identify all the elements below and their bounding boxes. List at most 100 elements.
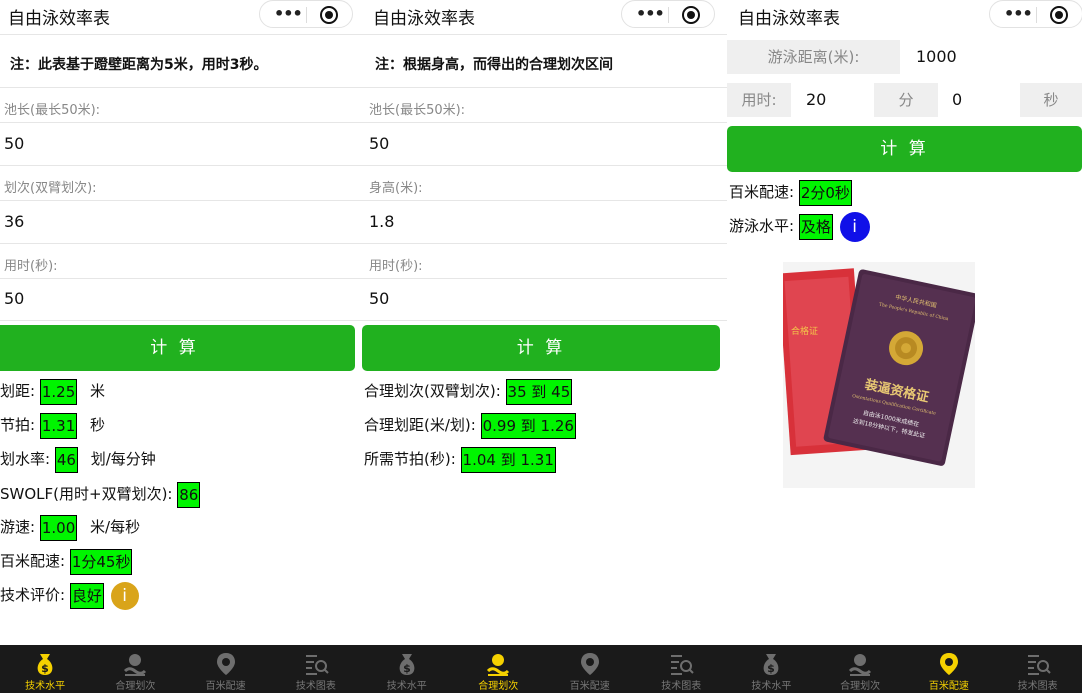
time-label: 用时(秒): bbox=[369, 259, 423, 274]
result-label: 百米配速: bbox=[729, 183, 795, 201]
tab-label: 技术水平 bbox=[386, 681, 427, 692]
tab-bar: $ 技术水平 合理划次 百米配速 技术图表 bbox=[727, 645, 1082, 693]
time-input[interactable]: 50 bbox=[4, 289, 24, 308]
note-text: 注：根据身高，而得出的合理划次区间 bbox=[375, 57, 613, 73]
tab-technique[interactable]: $ 技术水平 bbox=[361, 645, 453, 693]
result-label: 所需节拍(秒): bbox=[364, 450, 456, 468]
capsule-divider bbox=[1036, 7, 1037, 23]
strokes-input[interactable]: 36 bbox=[4, 212, 24, 231]
mini-program-capsule: ••• bbox=[989, 0, 1082, 28]
tab-charts[interactable]: 技术图表 bbox=[271, 645, 361, 693]
result-label: 游泳水平: bbox=[729, 217, 795, 235]
tab-label: 百米配速 bbox=[569, 681, 610, 692]
calculate-button[interactable]: 计 算 bbox=[0, 325, 355, 371]
distance-label: 游泳距离(米): bbox=[727, 40, 900, 74]
tab-charts[interactable]: 技术图表 bbox=[636, 645, 728, 693]
tab-reasonable-strokes[interactable]: 合理划次 bbox=[453, 645, 545, 693]
tab-reasonable-strokes[interactable]: 合理划次 bbox=[816, 645, 905, 693]
result-row-speed: 游速: 1.00 米/每秒 bbox=[0, 512, 140, 542]
result-row-swolf: SWOLF(用时+双臂划次): 86 bbox=[0, 479, 201, 509]
result-value: 46 bbox=[54, 446, 78, 473]
mini-program-capsule: ••• bbox=[259, 0, 353, 28]
app-title: 自由泳效率表 bbox=[373, 9, 475, 29]
location-pin-icon bbox=[216, 653, 235, 675]
divider bbox=[361, 165, 727, 166]
result-value: 1分45秒 bbox=[69, 548, 133, 575]
height-label: 身高(米): bbox=[369, 181, 423, 196]
screen-pace: 自由泳效率表 ••• 游泳距离(米): 1000 用时: 20 分 0 秒 计 … bbox=[727, 0, 1082, 693]
divider bbox=[0, 34, 361, 35]
strokes-label: 划次(双臂划次): bbox=[4, 181, 97, 196]
tab-pace[interactable]: 百米配速 bbox=[905, 645, 994, 693]
divider bbox=[0, 320, 361, 321]
result-value: 1.04 到 1.31 bbox=[460, 446, 556, 473]
time-input[interactable]: 50 bbox=[369, 289, 389, 308]
height-input[interactable]: 1.8 bbox=[369, 212, 394, 231]
list-search-icon bbox=[671, 655, 694, 675]
result-label: 合理划次(双臂划次): bbox=[364, 382, 501, 400]
swimmer-icon bbox=[849, 654, 872, 676]
tab-technique[interactable]: $ 技术水平 bbox=[727, 645, 816, 693]
tab-label: 合理划次 bbox=[478, 681, 519, 692]
result-row-evaluation: 技术评价: 良好 i bbox=[0, 580, 139, 610]
result-row-pace: 百米配速: 2分0秒 bbox=[729, 177, 852, 207]
calculate-button[interactable]: 计 算 bbox=[362, 325, 720, 371]
tab-label: 百米配速 bbox=[928, 681, 969, 692]
result-row-pace: 百米配速: 1分45秒 bbox=[0, 546, 133, 576]
pool-length-input[interactable]: 50 bbox=[4, 134, 24, 153]
minutes-unit: 分 bbox=[874, 83, 938, 117]
tab-reasonable-strokes[interactable]: 合理划次 bbox=[90, 645, 180, 693]
close-target-icon[interactable] bbox=[320, 6, 338, 24]
swimmer-icon bbox=[124, 654, 147, 676]
screen-reasonable-strokes: 自由泳效率表 ••• 注：根据身高，而得出的合理划次区间 池长(最长50米): … bbox=[361, 0, 727, 693]
minutes-input[interactable]: 20 bbox=[806, 83, 826, 117]
result-label: 划距: bbox=[0, 382, 36, 400]
money-bag-icon: $ bbox=[399, 654, 415, 675]
result-label: SWOLF(用时+双臂划次): bbox=[0, 485, 173, 503]
location-pin-icon bbox=[939, 653, 958, 675]
pool-length-input[interactable]: 50 bbox=[369, 134, 389, 153]
divider bbox=[0, 278, 361, 279]
app-title: 自由泳效率表 bbox=[8, 9, 110, 29]
result-label: 游速: bbox=[0, 518, 36, 536]
result-value: 1.31 bbox=[39, 412, 78, 439]
result-label: 节拍: bbox=[0, 416, 36, 434]
distance-input[interactable]: 1000 bbox=[916, 40, 957, 74]
divider bbox=[0, 243, 361, 244]
tab-charts[interactable]: 技术图表 bbox=[993, 645, 1082, 693]
title-bar: 自由泳效率表 ••• bbox=[727, 0, 1082, 32]
result-value: 及格 bbox=[798, 213, 833, 240]
result-label: 百米配速: bbox=[0, 552, 66, 570]
svg-text:$: $ bbox=[768, 662, 776, 675]
result-row-tempo: 节拍: 1.31 秒 bbox=[0, 410, 105, 440]
title-bar: 自由泳效率表 ••• bbox=[361, 0, 727, 32]
close-target-icon[interactable] bbox=[682, 6, 700, 24]
time-label: 用时: bbox=[727, 83, 791, 117]
result-row-stroke-distance: 划距: 1.25 米 bbox=[0, 376, 105, 406]
result-value: 35 到 45 bbox=[505, 378, 573, 405]
more-icon[interactable]: ••• bbox=[274, 4, 303, 23]
close-target-icon[interactable] bbox=[1050, 6, 1068, 24]
divider bbox=[361, 87, 727, 88]
result-value: 2分0秒 bbox=[798, 179, 852, 206]
tab-pace[interactable]: 百米配速 bbox=[544, 645, 636, 693]
swimmer-icon bbox=[487, 654, 510, 676]
result-unit: 米 bbox=[90, 382, 106, 400]
info-icon[interactable]: i bbox=[839, 211, 870, 242]
time-label: 用时(秒): bbox=[4, 259, 58, 274]
tab-technique[interactable]: $ 技术水平 bbox=[0, 645, 90, 693]
divider bbox=[0, 122, 361, 123]
more-icon[interactable]: ••• bbox=[1004, 4, 1033, 23]
info-icon[interactable]: i bbox=[110, 581, 139, 610]
result-label: 合理划距(米/划): bbox=[364, 416, 476, 434]
result-row-level: 游泳水平: 及格 i bbox=[729, 211, 870, 242]
divider bbox=[361, 278, 727, 279]
more-icon[interactable]: ••• bbox=[636, 4, 665, 23]
tab-pace[interactable]: 百米配速 bbox=[181, 645, 271, 693]
list-search-icon bbox=[1027, 655, 1051, 675]
money-bag-icon: $ bbox=[37, 654, 53, 675]
tab-bar: $ 技术水平 合理划次 百米配速 技术图表 bbox=[361, 645, 727, 693]
seconds-input[interactable]: 0 bbox=[952, 83, 962, 117]
money-bag-icon: $ bbox=[763, 654, 779, 675]
calculate-button[interactable]: 计 算 bbox=[727, 126, 1082, 172]
